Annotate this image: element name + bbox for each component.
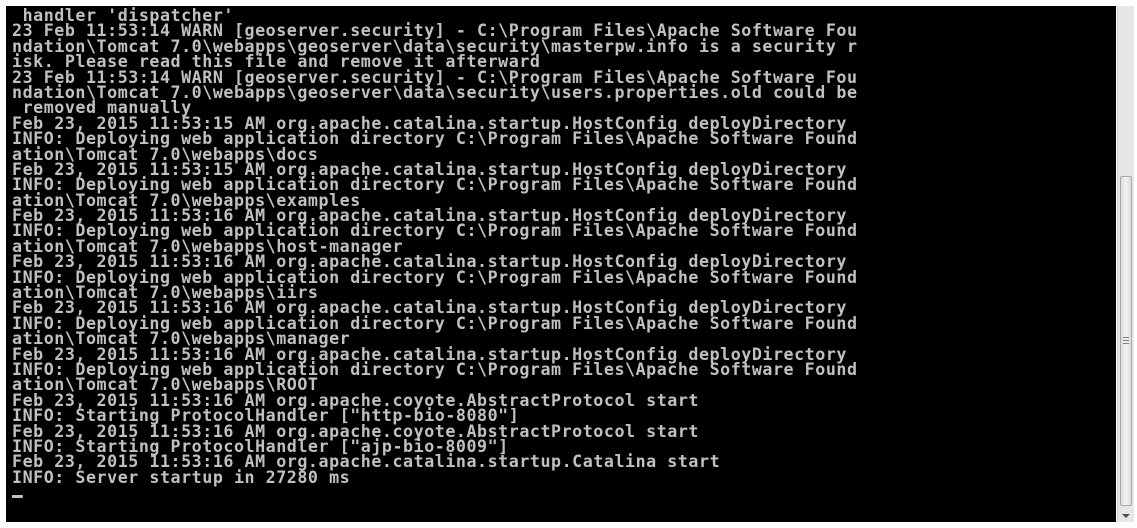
grip-line [1123,340,1129,341]
grip-line [1123,337,1129,338]
scroll-down-arrow-icon[interactable] [1122,514,1130,518]
console-window: handler 'dispatcher' 23 Feb 11:53:14 WARN… [0,0,1137,528]
grip-line [1123,343,1129,344]
scrollbar-thumb[interactable] [1120,176,1132,506]
log-line: INFO: Server startup in 27280 ms [12,467,351,488]
vertical-scrollbar[interactable] [1117,6,1134,522]
prompt-line [12,486,858,501]
console-output[interactable]: handler 'dispatcher' 23 Feb 11:53:14 WARN… [6,6,1116,522]
console-log: handler 'dispatcher' 23 Feb 11:53:14 WARN… [12,7,875,502]
text-cursor-icon [12,495,23,499]
